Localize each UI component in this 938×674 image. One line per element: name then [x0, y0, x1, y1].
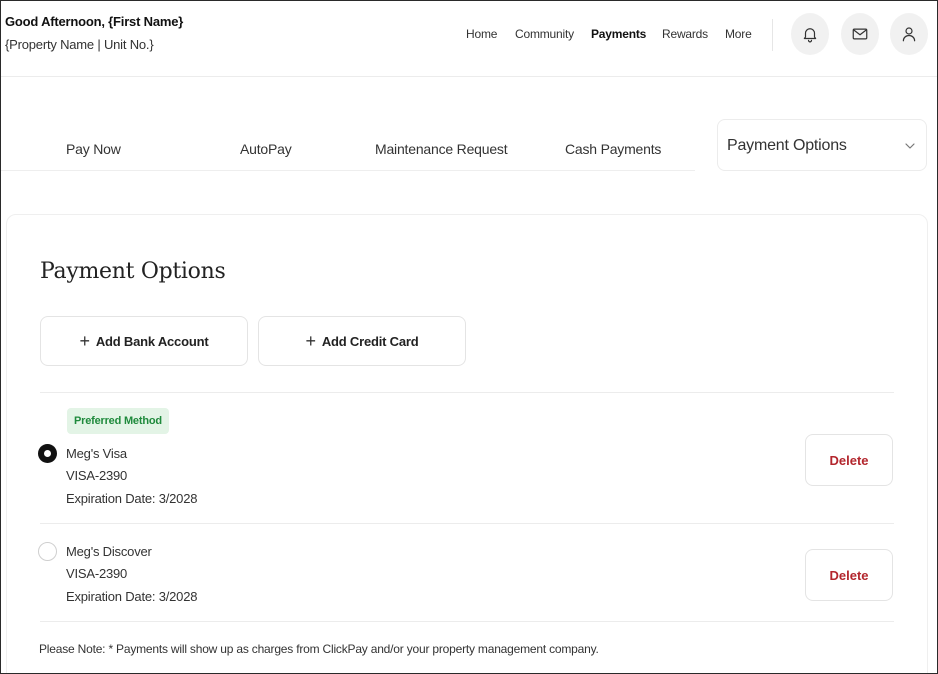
add-bank-account-label: Add Bank Account [95, 333, 209, 349]
add-bank-account-button[interactable]: + Add Bank Account [40, 316, 248, 366]
greeting-text: Good Afternoon, {First Name} [5, 14, 184, 29]
payment-method-number: VISA-2390 [66, 468, 128, 483]
top-header: Good Afternoon, {First Name} {Property N… [1, 1, 937, 77]
nav-community[interactable]: Community [515, 27, 574, 41]
dropdown-selected-value: Payment Options [727, 137, 847, 154]
page-title: Payment Options [40, 259, 226, 284]
payments-tab-bar: Pay Now AutoPay Maintenance Request Cash… [1, 121, 695, 171]
method-divider [40, 523, 894, 524]
tab-cash-payments[interactable]: Cash Payments [565, 141, 661, 157]
plus-icon: + [305, 331, 317, 351]
property-unit-text: {Property Name | Unit No.} [5, 37, 154, 52]
payment-method-expiration: Expiration Date: 3/2028 [66, 491, 198, 506]
payment-method-number: VISA-2390 [66, 566, 128, 581]
payment-method-radio-selected[interactable] [38, 444, 57, 463]
delete-payment-method-button[interactable]: Delete [805, 434, 893, 486]
add-credit-card-label: Add Credit Card [321, 333, 419, 349]
nav-divider [772, 19, 773, 51]
nav-rewards[interactable]: Rewards [662, 27, 708, 41]
user-icon [902, 27, 916, 42]
messages-button[interactable] [841, 13, 879, 55]
nav-more[interactable]: More [725, 27, 752, 41]
delete-payment-method-button[interactable]: Delete [805, 549, 893, 601]
notifications-button[interactable] [791, 13, 829, 55]
payment-method-name: Meg's Discover [66, 544, 152, 559]
payment-method-expiration: Expiration Date: 3/2028 [66, 589, 198, 604]
bell-icon [803, 28, 817, 43]
payment-method-radio-unselected[interactable] [38, 542, 57, 561]
payment-options-dropdown[interactable]: Payment Options [717, 119, 927, 171]
app-window: Good Afternoon, {First Name} {Property N… [0, 0, 938, 674]
tab-pay-now[interactable]: Pay Now [66, 141, 121, 157]
nav-payments[interactable]: Payments [591, 27, 646, 41]
plus-icon: + [79, 331, 91, 351]
profile-button[interactable] [890, 13, 928, 55]
chevron-down-icon [905, 143, 915, 149]
method-divider [40, 621, 894, 622]
section-divider [40, 392, 894, 393]
nav-home[interactable]: Home [466, 27, 497, 41]
add-credit-card-button[interactable]: + Add Credit Card [258, 316, 466, 366]
mail-icon [852, 28, 868, 40]
payment-note: Please Note: * Payments will show up as … [39, 642, 599, 656]
tab-maintenance-request[interactable]: Maintenance Request [375, 141, 508, 157]
tab-autopay[interactable]: AutoPay [240, 141, 292, 157]
payment-method-name: Meg's Visa [66, 446, 127, 461]
payment-options-card: Payment Options + Add Bank Account + Add… [6, 214, 928, 673]
preferred-method-badge: Preferred Method [67, 408, 169, 434]
